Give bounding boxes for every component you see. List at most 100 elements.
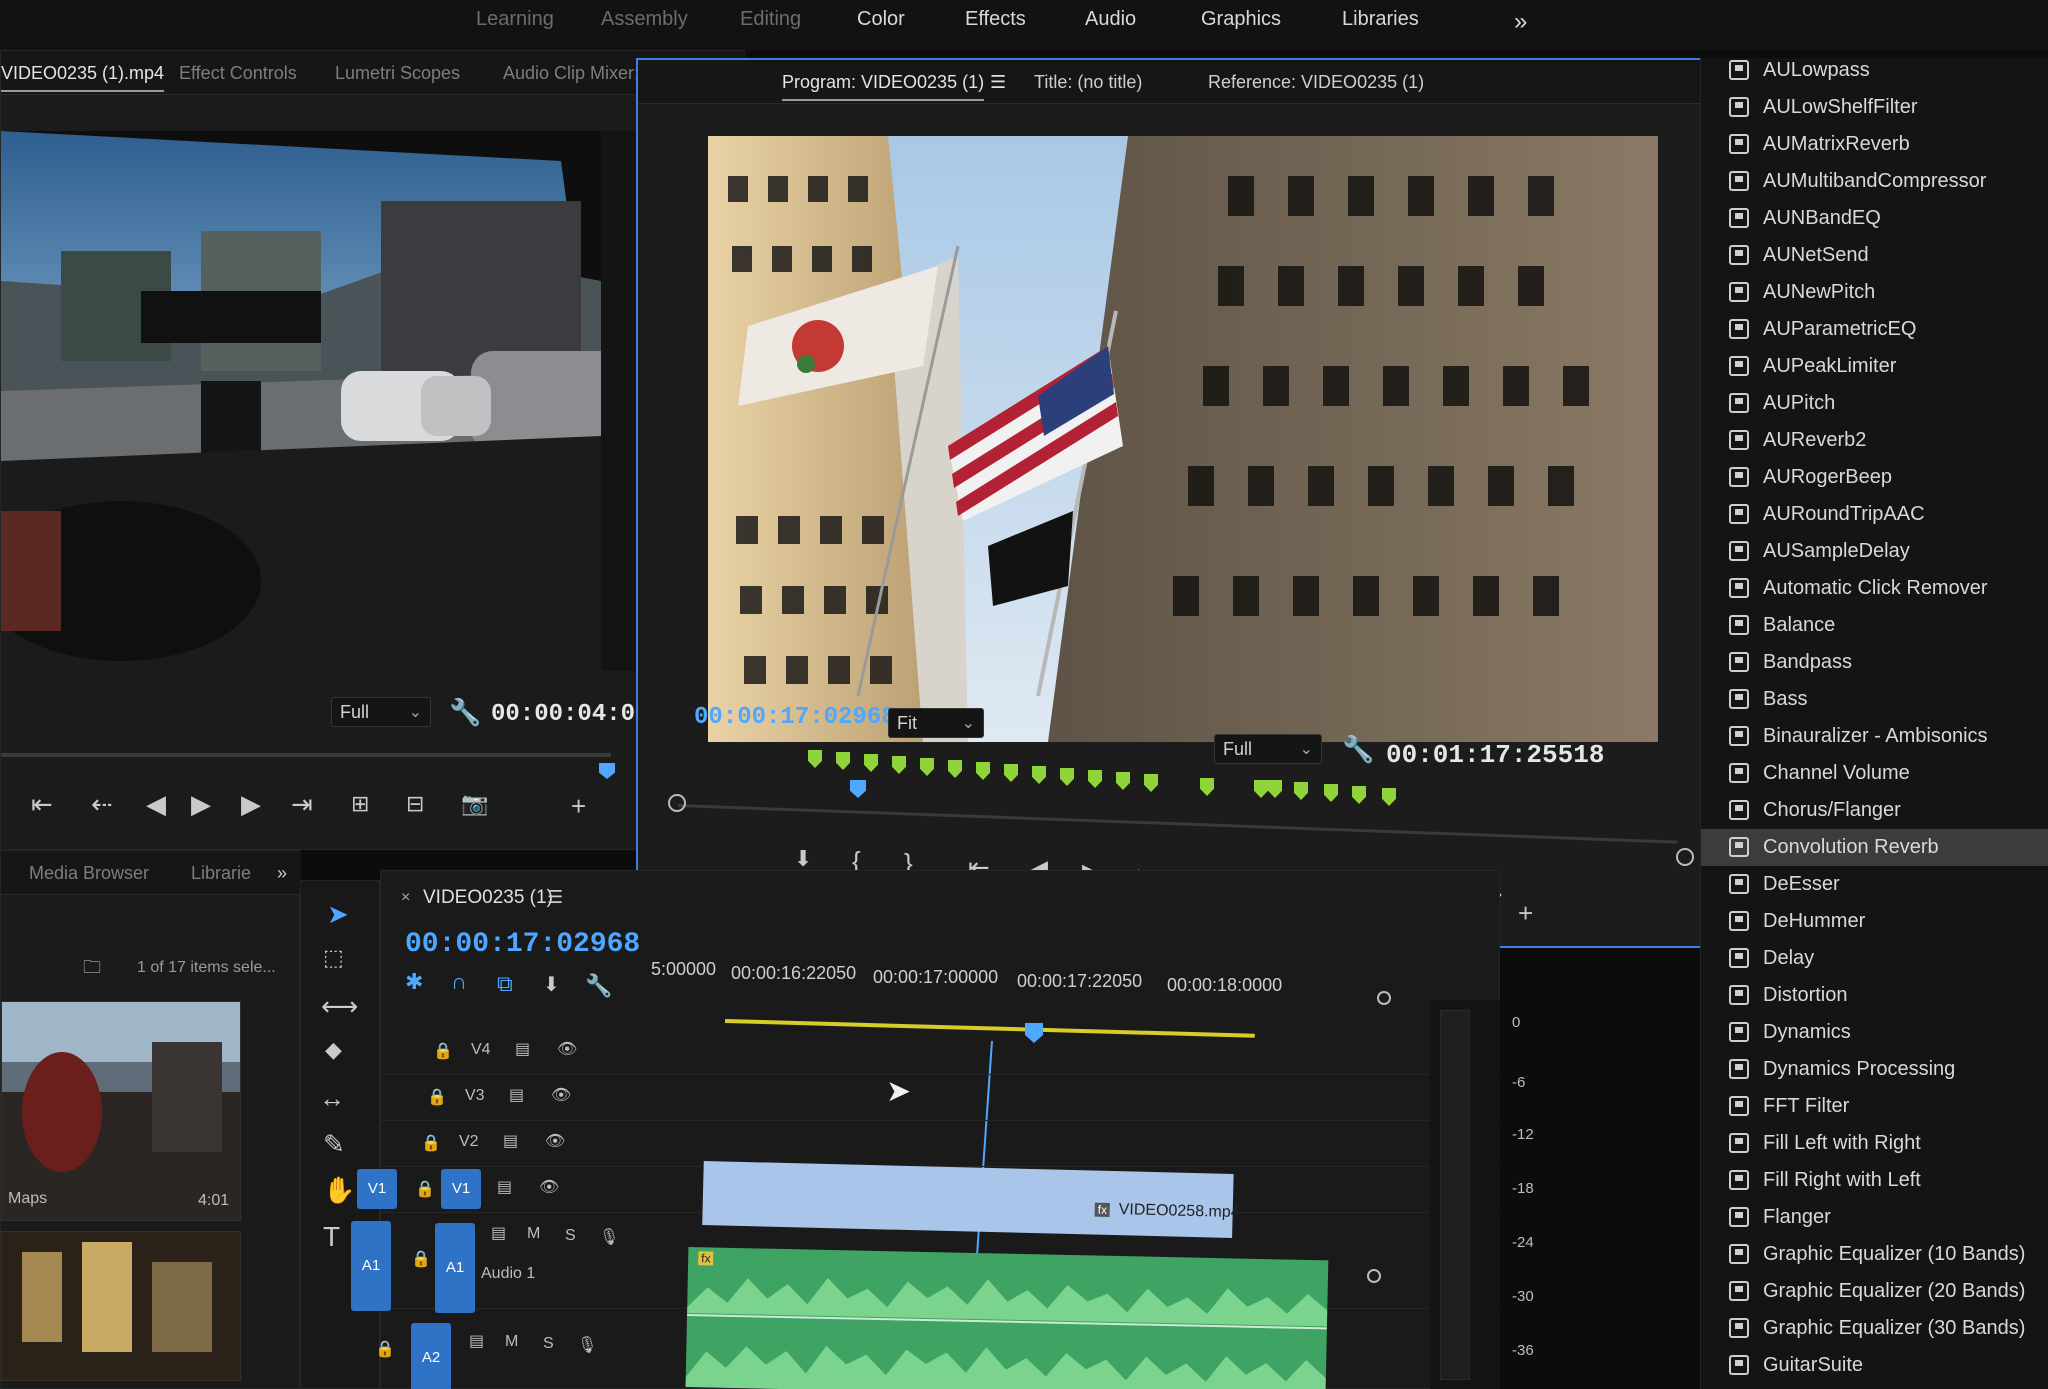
workspace-assembly[interactable]: Assembly bbox=[601, 8, 688, 31]
eye-icon[interactable]: 👁 bbox=[545, 1131, 565, 1151]
video-clip[interactable]: fx VIDEO0258.mp4 bbox=[702, 1161, 1240, 1238]
workspace-color[interactable]: Color bbox=[857, 8, 905, 31]
effect-item[interactable]: AUPeakLimiter bbox=[1701, 348, 2048, 385]
clip-marker[interactable] bbox=[1382, 788, 1396, 806]
time-ruler[interactable]: 5:00000 00:00:16:22050 00:00:17:00000 00… bbox=[651, 959, 1451, 1009]
effect-item[interactable]: Dynamics Processing bbox=[1701, 1051, 2048, 1088]
effect-item[interactable]: Delay bbox=[1701, 940, 2048, 977]
ripple-edit-tool-icon[interactable]: ⟷ bbox=[321, 993, 358, 1019]
clip-marker[interactable] bbox=[1254, 780, 1268, 798]
tab-effect-controls[interactable]: Effect Controls bbox=[179, 63, 297, 84]
track-scroll-handle[interactable] bbox=[1377, 991, 1391, 1005]
effect-item[interactable]: AULowpass bbox=[1701, 52, 2048, 89]
nest-toggle-icon[interactable]: ✱ bbox=[405, 971, 423, 993]
lock-icon[interactable]: 🔒 bbox=[433, 1041, 453, 1061]
clip-marker[interactable] bbox=[1200, 778, 1214, 796]
track-select-tool-icon[interactable]: ⬚ bbox=[323, 947, 344, 969]
sequence-tab[interactable]: VIDEO0235 (1) bbox=[423, 887, 553, 909]
eye-icon[interactable]: 👁 bbox=[539, 1177, 559, 1197]
effect-item[interactable]: AUMultibandCompressor bbox=[1701, 163, 2048, 200]
source-patch-a1[interactable]: A1 bbox=[351, 1221, 391, 1311]
timeline-settings-wrench-icon[interactable]: 🔧 bbox=[585, 975, 612, 997]
mark-in-icon[interactable]: ⇤ bbox=[31, 791, 53, 817]
clip-marker[interactable] bbox=[1294, 782, 1308, 800]
solo-button[interactable]: S bbox=[543, 1335, 554, 1353]
selection-tool-icon[interactable]: ➤ bbox=[327, 901, 349, 927]
clip-marker[interactable] bbox=[976, 762, 990, 780]
wrench-icon[interactable]: 🔧 bbox=[449, 699, 481, 725]
button-editor-add-icon[interactable]: + bbox=[1518, 900, 1533, 926]
clip-marker[interactable] bbox=[892, 756, 906, 774]
timeline-timecode[interactable]: 00:00:17:02968 bbox=[405, 929, 640, 960]
workspace-editing[interactable]: Editing bbox=[740, 8, 801, 31]
sync-lock-icon[interactable]: ▤ bbox=[491, 1223, 506, 1243]
lock-icon[interactable]: 🔒 bbox=[427, 1087, 447, 1107]
microphone-icon[interactable]: 🎙 bbox=[599, 1227, 619, 1247]
effect-item[interactable]: AURogerBeep bbox=[1701, 459, 2048, 496]
effect-item[interactable]: AUNBandEQ bbox=[1701, 200, 2048, 237]
clip-marker[interactable] bbox=[1004, 764, 1018, 782]
mute-button[interactable]: M bbox=[527, 1225, 540, 1243]
workspace-effects[interactable]: Effects bbox=[965, 8, 1026, 31]
tab-lumetri-scopes[interactable]: Lumetri Scopes bbox=[335, 63, 460, 84]
clip-thumbnail-2[interactable] bbox=[1, 1231, 241, 1381]
clip-marker[interactable] bbox=[1116, 772, 1130, 790]
eye-icon[interactable]: 👁 bbox=[557, 1039, 577, 1059]
sync-lock-icon[interactable]: ▤ bbox=[515, 1039, 530, 1059]
clip-marker[interactable] bbox=[864, 754, 878, 772]
effect-item[interactable]: Bandpass bbox=[1701, 644, 2048, 681]
track-scroll-handle[interactable] bbox=[1367, 1269, 1381, 1283]
sync-lock-icon[interactable]: ▤ bbox=[509, 1085, 524, 1105]
clip-marker[interactable] bbox=[836, 752, 850, 770]
effect-item[interactable]: AURoundTripAAC bbox=[1701, 496, 2048, 533]
effect-item[interactable]: Graphic Equalizer (20 Bands) bbox=[1701, 1273, 2048, 1310]
tab-source-clip[interactable]: VIDEO0235 (1).mp4 bbox=[1, 63, 165, 92]
source-playhead[interactable] bbox=[599, 763, 615, 779]
effect-item[interactable]: AUMatrixReverb bbox=[1701, 126, 2048, 163]
effect-item[interactable]: AUSampleDelay bbox=[1701, 533, 2048, 570]
lock-icon[interactable]: 🔒 bbox=[375, 1339, 395, 1359]
effect-item[interactable]: Fill Left with Right bbox=[1701, 1125, 2048, 1162]
solo-button[interactable]: S bbox=[565, 1227, 576, 1245]
track-target-a2[interactable]: A2 bbox=[411, 1323, 451, 1389]
mute-button[interactable]: M bbox=[505, 1333, 518, 1351]
razor-tool-icon[interactable]: ◆ bbox=[325, 1039, 342, 1061]
lock-icon[interactable]: 🔒 bbox=[415, 1179, 435, 1199]
hand-tool-icon[interactable]: ✋ bbox=[323, 1177, 355, 1203]
effect-item[interactable]: FFT Filter bbox=[1701, 1088, 2048, 1125]
effect-item[interactable]: Flanger bbox=[1701, 1199, 2048, 1236]
track-target-v1[interactable]: V1 bbox=[441, 1169, 481, 1209]
slip-tool-icon[interactable]: ↔ bbox=[319, 1085, 345, 1111]
sync-lock-icon[interactable]: ▤ bbox=[497, 1177, 512, 1197]
clip-marker[interactable] bbox=[1060, 768, 1074, 786]
effect-item[interactable]: Binauralizer - Ambisonics bbox=[1701, 718, 2048, 755]
clip-marker[interactable] bbox=[1032, 766, 1046, 784]
effect-item[interactable]: DeEsser bbox=[1701, 866, 2048, 903]
effect-item[interactable]: Fill Right with Left bbox=[1701, 1162, 2048, 1199]
workspace-libraries[interactable]: Libraries bbox=[1342, 8, 1419, 31]
effect-item[interactable]: Balance bbox=[1701, 607, 2048, 644]
effect-item[interactable]: Dynamics bbox=[1701, 1014, 2048, 1051]
tab-libraries[interactable]: Librarie bbox=[191, 863, 251, 884]
folder-icon[interactable]: 🗀 bbox=[83, 955, 101, 985]
project-tabs-overflow-icon[interactable]: » bbox=[277, 863, 287, 884]
go-to-in-icon[interactable]: ⇠ bbox=[91, 791, 113, 817]
step-back-icon[interactable]: ◀ bbox=[146, 791, 166, 817]
workspace-overflow-icon[interactable]: » bbox=[1514, 8, 1527, 36]
track-target-a1[interactable]: A1 bbox=[435, 1223, 475, 1313]
effect-item[interactable]: AUPitch bbox=[1701, 385, 2048, 422]
microphone-icon[interactable]: 🎙 bbox=[577, 1335, 597, 1355]
clip-thumbnail[interactable]: Maps 4:01 bbox=[1, 1001, 241, 1221]
tab-media-browser[interactable]: Media Browser bbox=[29, 863, 149, 884]
effect-item[interactable]: Graphic Equalizer (30 Bands) bbox=[1701, 1310, 2048, 1347]
sync-lock-icon[interactable]: ▤ bbox=[503, 1131, 518, 1151]
add-marker-icon[interactable]: ⬇ bbox=[794, 848, 812, 870]
pen-tool-icon[interactable]: ✎ bbox=[323, 1131, 345, 1157]
source-play-icon[interactable]: ▶ bbox=[191, 791, 211, 817]
effect-item[interactable]: Graphic Equalizer (10 Bands) bbox=[1701, 1236, 2048, 1273]
export-frame-icon[interactable]: 📷 bbox=[461, 793, 488, 815]
clip-marker[interactable] bbox=[948, 760, 962, 778]
effect-item[interactable]: AUNewPitch bbox=[1701, 274, 2048, 311]
clip-marker[interactable] bbox=[1088, 770, 1102, 788]
go-to-out-icon[interactable]: ⇥ bbox=[291, 791, 313, 817]
